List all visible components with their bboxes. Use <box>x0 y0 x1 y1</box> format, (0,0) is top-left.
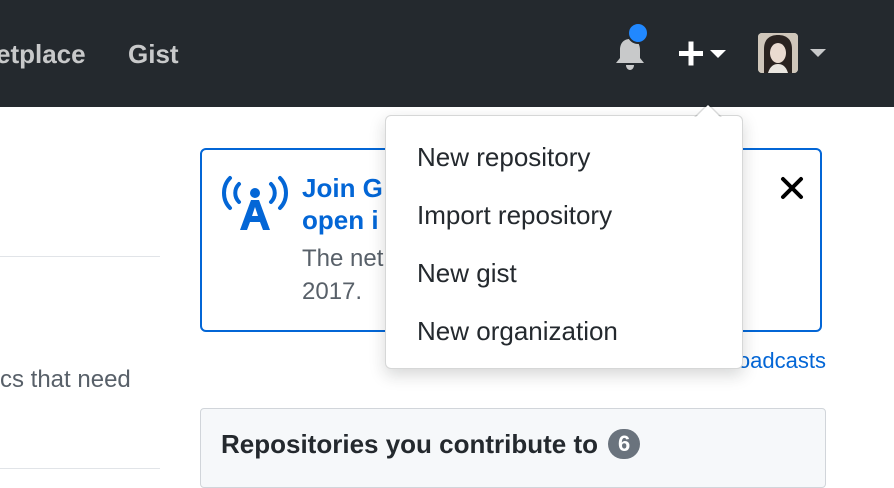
caret-down-icon <box>810 49 826 57</box>
create-new-dropdown: New repository Import repository New gis… <box>385 103 743 369</box>
repositories-heading: Repositories you contribute to 6 <box>221 429 641 460</box>
left-partial-text: cs that need <box>0 366 131 393</box>
close-broadcast-button[interactable] <box>778 174 806 202</box>
site-header: etplace Gist <box>0 0 894 107</box>
menu-item-new-organization[interactable]: New organization <box>386 305 742 357</box>
dropdown-caret <box>694 103 722 117</box>
notifications-button[interactable] <box>610 22 650 73</box>
create-new-button[interactable] <box>676 34 732 74</box>
close-icon <box>781 177 803 199</box>
menu-item-import-repository[interactable]: Import repository <box>386 189 742 241</box>
repositories-box: Repositories you contribute to 6 <box>200 408 826 488</box>
menu-item-new-repository[interactable]: New repository <box>386 131 742 183</box>
notification-indicator-dot <box>627 22 649 44</box>
menu-item-new-gist[interactable]: New gist <box>386 247 742 299</box>
left-divider <box>0 468 160 469</box>
left-divider <box>0 256 160 257</box>
caret-down-icon <box>710 50 726 58</box>
plus-icon <box>679 41 703 66</box>
repositories-title: Repositories you contribute to <box>221 429 599 459</box>
user-menu-button[interactable] <box>758 30 830 76</box>
nav-marketplace-link[interactable]: etplace <box>0 36 86 72</box>
broadcast-icon <box>222 176 288 230</box>
avatar <box>758 33 798 73</box>
repository-count-badge: 6 <box>608 429 641 459</box>
nav-gist-link[interactable]: Gist <box>128 36 179 72</box>
